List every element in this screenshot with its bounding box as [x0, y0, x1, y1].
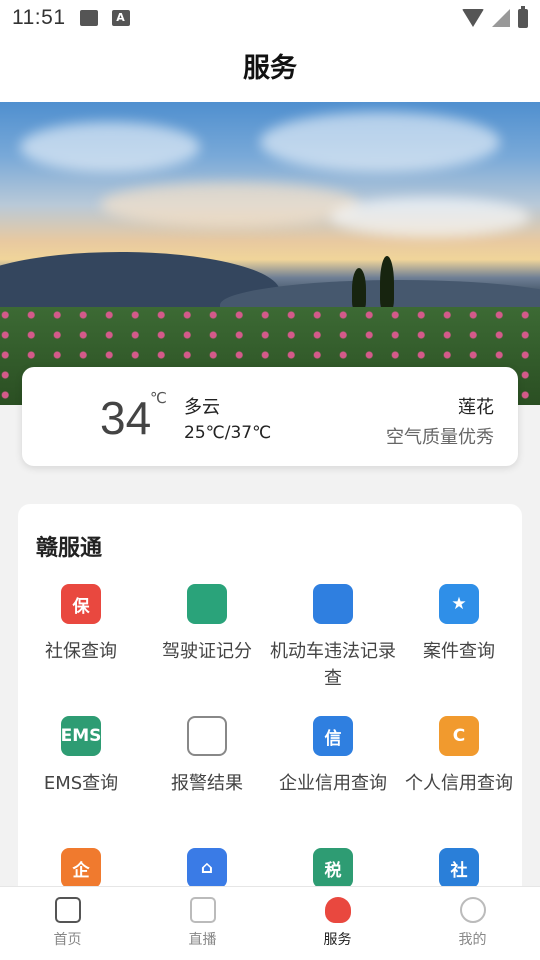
service-label: 企业信用查询	[279, 773, 387, 794]
service-item[interactable]: EMS EMS查询	[18, 716, 144, 797]
tab-live[interactable]: 直播	[135, 887, 270, 960]
live-icon	[189, 897, 216, 923]
star-shield-icon: ★	[439, 584, 479, 624]
banner-image[interactable]	[0, 102, 540, 405]
service-label: 报警结果	[171, 773, 243, 794]
heart-icon	[324, 897, 351, 923]
image-icon	[79, 10, 98, 26]
signal-icon	[492, 9, 510, 27]
social-icon: 社	[439, 848, 479, 888]
service-label: 个人信用查询	[405, 773, 513, 794]
air-quality: 空气质量优秀	[386, 427, 494, 448]
tab-services[interactable]: 服务	[270, 887, 405, 960]
status-bar: 11:51 A	[0, 0, 540, 36]
tab-home[interactable]: 首页	[0, 887, 135, 960]
page-title: 服务	[0, 36, 540, 102]
services-title: 赣服通	[36, 536, 103, 561]
tab-label: 首页	[53, 932, 82, 948]
service-label: 案件查询	[423, 641, 495, 662]
building-credit-icon: 信	[313, 716, 353, 756]
profile-icon	[459, 897, 486, 923]
city-name: 莲花	[458, 397, 494, 418]
service-item[interactable]: C 个人信用查询	[396, 716, 522, 797]
service-label: 社保查询	[45, 641, 117, 662]
status-time: 11:51	[12, 6, 66, 29]
services-card: 赣服通 保社保查询 驾驶证记分 机动车违法记录查 ★ 案件查询 EMS EMS查询 报警结果信…	[18, 504, 522, 924]
ems-icon: EMS	[61, 716, 101, 756]
tab-label: 服务	[323, 932, 352, 948]
service-item[interactable]: 信企业信用查询	[270, 716, 396, 797]
car-search-icon	[313, 584, 353, 624]
home-icon	[54, 897, 81, 923]
credit-circle-icon: C	[439, 716, 479, 756]
service-label: 机动车违法记录查	[270, 641, 396, 689]
wifi-icon	[462, 9, 484, 27]
bottom-tab-bar: 首页 直播 服务 我的	[0, 886, 540, 960]
a-notification-icon: A	[111, 10, 130, 26]
service-item[interactable]: 报警结果	[144, 716, 270, 797]
weather-card[interactable]: 34 ℃ 多云 25℃/37℃ 莲花 空气质量优秀	[22, 367, 518, 466]
shield-bao-icon: 保	[61, 584, 101, 624]
enterprise-icon: 企	[61, 848, 101, 888]
weather-condition: 多云	[184, 397, 220, 418]
tab-profile[interactable]: 我的	[405, 887, 540, 960]
temperature-range: 25℃/37℃	[184, 423, 272, 443]
temperature-unit: ℃	[150, 389, 167, 407]
service-label: EMS查询	[43, 773, 119, 794]
alarm-icon	[187, 716, 227, 756]
service-label: 驾驶证记分	[162, 641, 252, 662]
battery-icon	[518, 5, 528, 28]
service-item[interactable]: 机动车违法记录查	[270, 584, 396, 692]
tab-label: 直播	[188, 932, 217, 948]
house-search-icon: ⌂	[187, 848, 227, 888]
service-item[interactable]: 保社保查询	[18, 584, 144, 665]
tab-label: 我的	[458, 932, 487, 948]
car-card-icon	[187, 584, 227, 624]
tax-icon: 税	[313, 848, 353, 888]
service-item[interactable]: ★ 案件查询	[396, 584, 522, 665]
service-item[interactable]: 驾驶证记分	[144, 584, 270, 665]
temperature: 34	[100, 392, 152, 444]
